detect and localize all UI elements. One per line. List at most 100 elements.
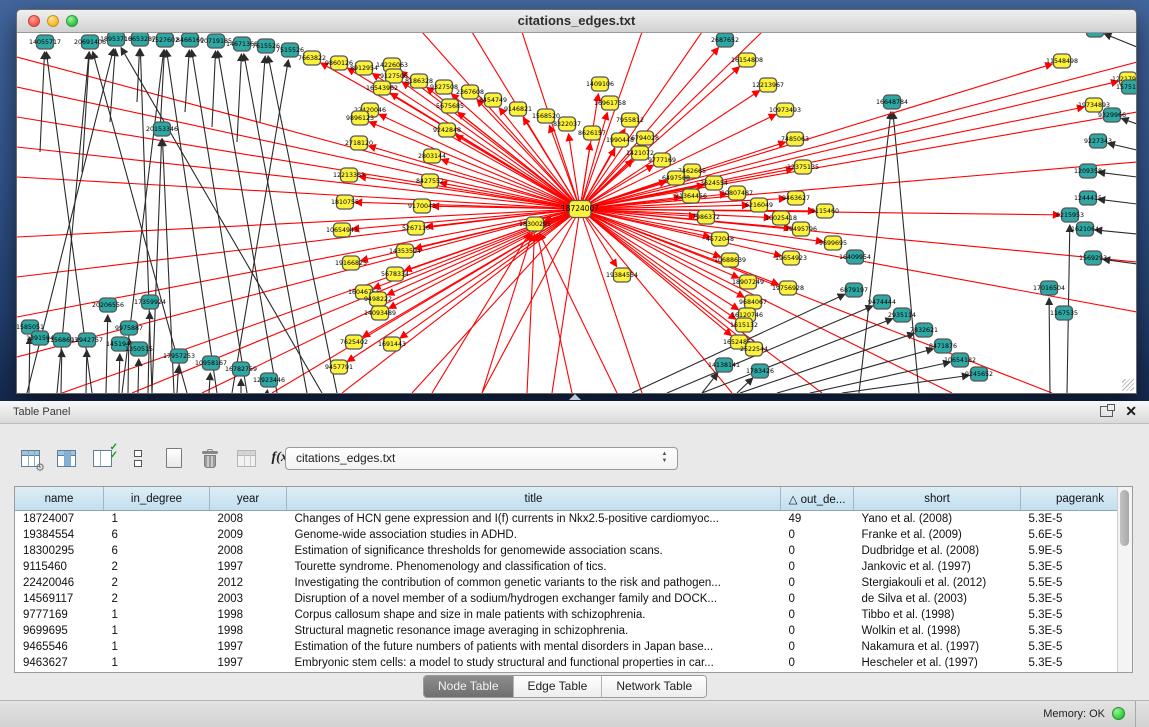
graph-edge[interactable] <box>166 50 217 393</box>
table-row[interactable]: 969969511998Structural magnetic resonanc… <box>15 623 1133 639</box>
graph-edge[interactable] <box>17 209 580 237</box>
new-column-button[interactable] <box>162 446 186 470</box>
graph-edge[interactable] <box>218 51 277 393</box>
tab-network-table[interactable]: Network Table <box>602 676 706 697</box>
table-cell-name[interactable]: 9699695 <box>15 623 104 639</box>
table-cell-year[interactable]: 2008 <box>210 511 287 528</box>
show-columns-button[interactable] <box>54 446 78 470</box>
table-row[interactable]: 946554611997Estimation of the future num… <box>15 639 1133 655</box>
graph-edge[interactable] <box>580 209 642 393</box>
table-cell-out_degree[interactable]: 0 <box>781 527 854 543</box>
column-header-title[interactable]: title <box>287 487 781 511</box>
graph-edge[interactable] <box>121 48 322 393</box>
table-cell-short[interactable]: Jankovic et al. (1997) <box>854 559 1021 575</box>
graph-edge[interactable] <box>29 337 30 393</box>
table-cell-year[interactable]: 1998 <box>210 607 287 623</box>
table-options-button[interactable]: ⚙ <box>18 446 42 470</box>
graph-edge[interactable] <box>177 366 178 393</box>
table-cell-title[interactable]: Disruption of a novel member of a sodium… <box>287 591 781 607</box>
table-cell-short[interactable]: Wolkin et al. (1998) <box>854 623 1021 639</box>
graph-edge[interactable] <box>580 209 1052 393</box>
table-cell-out_degree[interactable]: 0 <box>781 623 854 639</box>
column-checklist-button[interactable]: ✓✓ <box>90 446 114 470</box>
table-cell-out_degree[interactable]: 0 <box>781 655 854 671</box>
table-cell-name[interactable]: 9465546 <box>15 639 104 655</box>
graph-edge[interactable] <box>119 354 120 393</box>
graph-edge[interactable] <box>369 122 580 209</box>
table-row[interactable]: 911546021997Tourette syndrome. Phenomeno… <box>15 559 1133 575</box>
graph-edge[interactable] <box>152 139 162 393</box>
graph-edge[interactable] <box>1098 172 1136 177</box>
table-cell-title[interactable]: Genome-wide association studies in ADHD. <box>287 527 781 543</box>
table-scrollbar[interactable] <box>1117 487 1132 672</box>
table-cell-title[interactable]: Embryonic stem cells: a model to study s… <box>287 655 781 671</box>
table-cell-name[interactable]: 9463627 <box>15 655 104 671</box>
table-cell-year[interactable]: 2008 <box>210 543 287 559</box>
graph-edge[interactable] <box>237 54 241 142</box>
table-cell-name[interactable]: 18300295 <box>15 543 104 559</box>
table-cell-title[interactable]: Tourette syndrome. Phenomenology and cla… <box>287 559 781 575</box>
table-cell-in_degree[interactable]: 1 <box>104 639 210 655</box>
table-cell-in_degree[interactable]: 1 <box>104 655 210 671</box>
table-row[interactable]: 977716911998Corpus callosum shape and si… <box>15 607 1133 623</box>
table-cell-name[interactable]: 19384554 <box>15 527 104 543</box>
table-selector-dropdown[interactable]: citations_edges.txt ▲▼ <box>285 447 678 470</box>
table-cell-out_degree[interactable]: 0 <box>781 543 854 559</box>
graph-edge[interactable] <box>86 350 87 393</box>
table-cell-short[interactable]: Hescheler et al. (1997) <box>854 655 1021 671</box>
table-cell-title[interactable]: Investigating the contribution of common… <box>287 575 781 591</box>
table-cell-in_degree[interactable]: 1 <box>104 511 210 528</box>
table-row[interactable]: 1830029562008Estimation of significance … <box>15 543 1133 559</box>
close-panel-icon[interactable]: ✕ <box>1125 404 1137 418</box>
table-row[interactable]: 1456911722003Disruption of a novel membe… <box>15 591 1133 607</box>
table-cell-out_degree[interactable]: 0 <box>781 559 854 575</box>
tab-node-table[interactable]: Node Table <box>424 676 514 697</box>
graph-edge[interactable] <box>580 209 746 343</box>
node-attribute-table[interactable]: namein_degreeyeartitle△ out_de...shortpa… <box>15 487 1133 671</box>
graph-edge[interactable] <box>40 52 45 152</box>
table-row[interactable]: 2242004622012Investigating the contribut… <box>15 575 1133 591</box>
network-window-titlebar[interactable]: citations_edges.txt <box>17 10 1136 33</box>
graph-edge[interactable] <box>17 117 580 209</box>
table-cell-in_degree[interactable]: 2 <box>104 559 210 575</box>
table-cell-name[interactable]: 9777169 <box>15 607 104 623</box>
graph-edge[interactable] <box>138 359 139 393</box>
graph-edge[interactable] <box>737 378 753 393</box>
table-cell-year[interactable]: 1997 <box>210 655 287 671</box>
table-cell-in_degree[interactable]: 1 <box>104 607 210 623</box>
table-scrollbar-thumb[interactable] <box>1120 490 1129 546</box>
table-cell-title[interactable]: Corpus callosum shape and size in male p… <box>287 607 781 623</box>
table-cell-title[interactable]: Structural magnetic resonance image aver… <box>287 623 781 639</box>
table-row[interactable]: 1938455462009Genome-wide association stu… <box>15 527 1133 543</box>
table-cell-year[interactable]: 2003 <box>210 591 287 607</box>
column-header-in_degree[interactable]: in_degree <box>104 487 210 511</box>
table-cell-name[interactable]: 22420046 <box>15 575 104 591</box>
table-cell-year[interactable]: 1997 <box>210 639 287 655</box>
graph-edge[interactable] <box>17 209 580 357</box>
selection-mode-button[interactable] <box>126 446 150 470</box>
table-cell-in_degree[interactable]: 2 <box>104 591 210 607</box>
network-canvas[interactable]: 1405571720691406189537181065328715276028… <box>17 33 1136 393</box>
graph-edge[interactable] <box>359 176 580 209</box>
graph-edge[interactable] <box>580 81 1118 209</box>
column-header-name[interactable]: name <box>15 487 104 511</box>
tab-edge-table[interactable]: Edge Table <box>514 676 603 697</box>
graph-edge[interactable] <box>1104 34 1136 47</box>
memory-ok-icon[interactable] <box>1112 707 1125 720</box>
table-cell-year[interactable]: 1998 <box>210 623 287 639</box>
table-cell-in_degree[interactable]: 6 <box>104 543 210 559</box>
graph-edge[interactable] <box>1121 118 1136 124</box>
table-cell-out_degree[interactable]: 49 <box>781 511 854 528</box>
table-cell-year[interactable]: 1997 <box>210 559 287 575</box>
table-cell-name[interactable]: 14569117 <box>15 591 104 607</box>
table-cell-in_degree[interactable]: 1 <box>104 623 210 639</box>
column-header-out_degree[interactable]: △ out_de... <box>781 487 854 511</box>
graph-edge[interactable] <box>1098 199 1136 204</box>
table-cell-short[interactable]: Tibbo et al. (1998) <box>854 607 1021 623</box>
resize-grip[interactable] <box>1122 379 1134 391</box>
table-cell-short[interactable]: Yano et al. (2008) <box>854 511 1021 528</box>
graph-edge[interactable] <box>260 56 265 122</box>
table-cell-year[interactable]: 2012 <box>210 575 287 591</box>
table-cell-year[interactable]: 2009 <box>210 527 287 543</box>
table-cell-short[interactable]: Stergiakouli et al. (2012) <box>854 575 1021 591</box>
